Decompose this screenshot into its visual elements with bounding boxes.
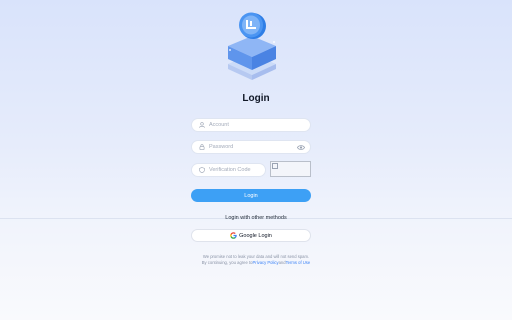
privacy-policy-link[interactable]: Privacy Policy bbox=[253, 260, 279, 265]
shield-icon bbox=[198, 166, 206, 174]
google-login-button[interactable]: Google Login bbox=[191, 229, 311, 242]
terms-of-use-link[interactable]: Terms of Use bbox=[286, 260, 311, 265]
google-login-label: Google Login bbox=[239, 232, 272, 239]
eye-icon[interactable] bbox=[297, 144, 305, 151]
broken-image-icon bbox=[272, 163, 278, 169]
password-field[interactable] bbox=[191, 140, 311, 154]
lock-icon bbox=[198, 143, 206, 151]
user-icon bbox=[198, 121, 206, 129]
account-input[interactable] bbox=[209, 120, 289, 130]
verification-code-field[interactable] bbox=[191, 163, 266, 177]
terms-and: and bbox=[278, 260, 286, 265]
verification-code-input[interactable] bbox=[209, 165, 264, 175]
login-button[interactable]: Login bbox=[191, 189, 311, 202]
other-methods-heading: Login with other methods bbox=[225, 215, 287, 221]
terms-line-2: By continuing, you agree toPrivacy Polic… bbox=[0, 260, 512, 266]
page-title: Login bbox=[242, 93, 270, 104]
account-field[interactable] bbox=[191, 118, 311, 132]
isometric-box-logo-icon bbox=[228, 12, 276, 80]
terms-notice: We promise not to leak your data and wil… bbox=[0, 254, 512, 266]
password-input[interactable] bbox=[209, 142, 289, 152]
captcha-image[interactable] bbox=[270, 161, 311, 177]
google-icon bbox=[230, 232, 237, 239]
terms-prefix: By continuing, you agree to bbox=[201, 260, 253, 265]
